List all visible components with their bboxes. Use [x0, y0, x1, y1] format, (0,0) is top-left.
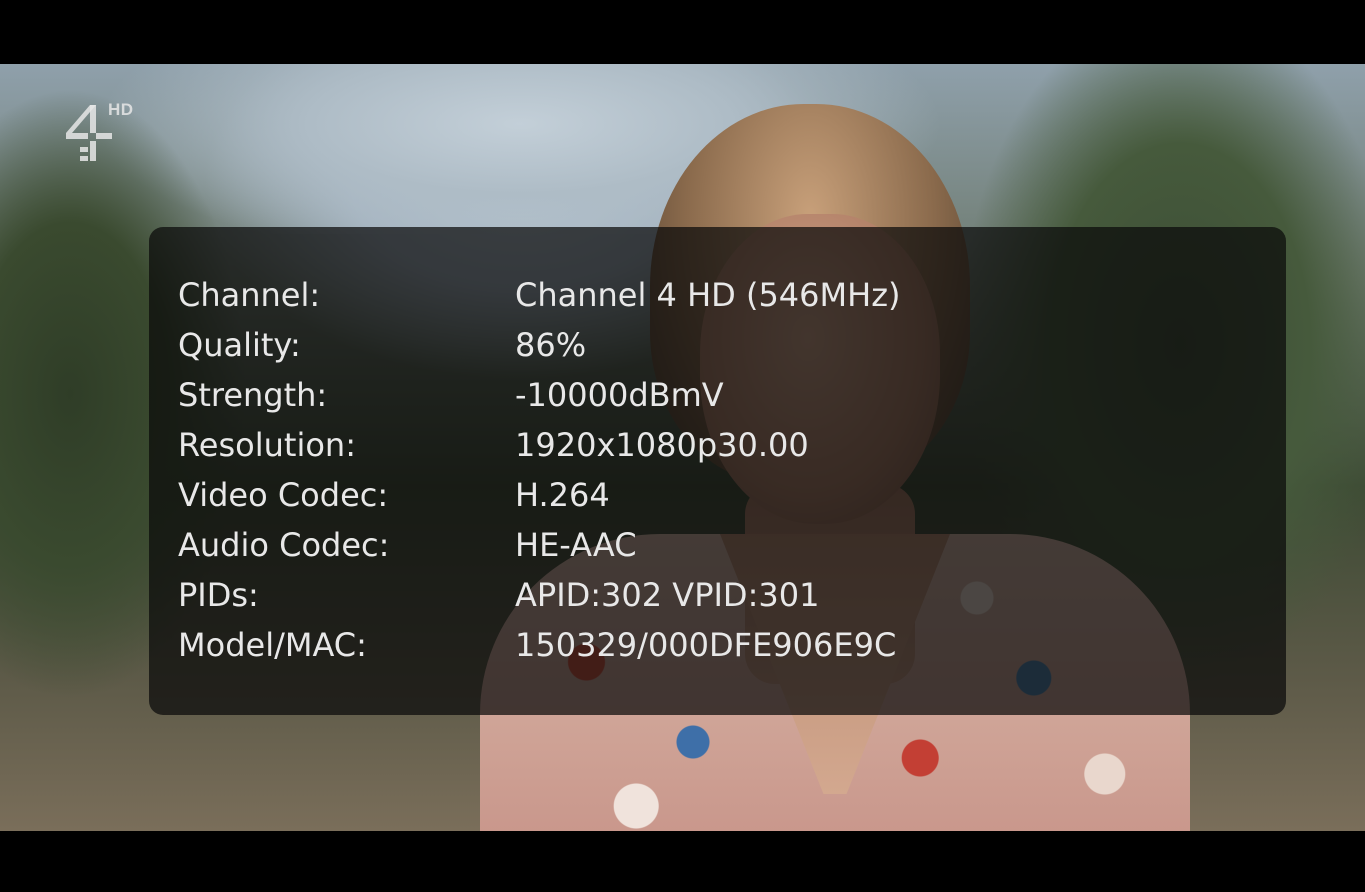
info-label: PIDs: — [178, 576, 259, 614]
info-label: Strength: — [178, 376, 328, 414]
hd-badge: HD — [108, 100, 134, 119]
info-value: 150329/000DFE906E9C — [515, 626, 897, 664]
info-label: Quality: — [178, 326, 301, 364]
info-label: Audio Codec: — [178, 526, 390, 564]
letterbox-bottom — [0, 831, 1365, 892]
info-value: 86% — [515, 326, 587, 364]
channel-4-logo-icon — [66, 105, 112, 161]
info-label: Model/MAC: — [178, 626, 367, 664]
info-value: HE-AAC — [515, 526, 637, 564]
info-value: Channel 4 HD (546MHz) — [515, 276, 901, 314]
channel-info-panel: Channel: Channel 4 HD (546MHz) Quality: … — [149, 227, 1286, 715]
info-value: H.264 — [515, 476, 610, 514]
letterbox-top — [0, 0, 1365, 64]
info-value: 1920x1080p30.00 — [515, 426, 809, 464]
info-value: -10000dBmV — [515, 376, 724, 414]
info-label: Video Codec: — [178, 476, 389, 514]
info-value: APID:302 VPID:301 — [515, 576, 820, 614]
info-label: Channel: — [178, 276, 321, 314]
info-label: Resolution: — [178, 426, 356, 464]
